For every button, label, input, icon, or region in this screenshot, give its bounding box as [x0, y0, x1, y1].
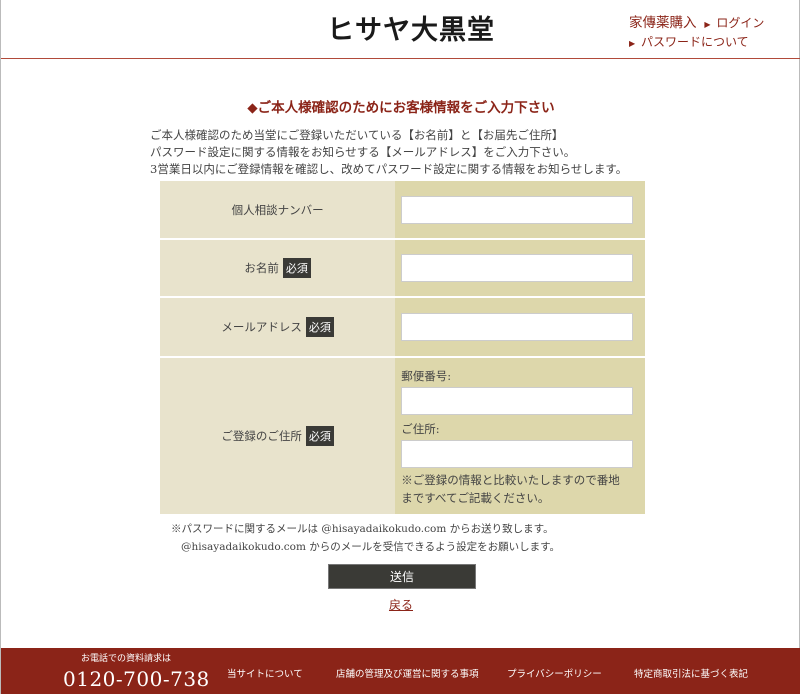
- intro-text: ご本人様確認のため当堂にご登録いただいている【お名前】と【お届先ご住所】 パスワ…: [150, 127, 627, 178]
- nav-login-link[interactable]: ログイン: [716, 16, 764, 30]
- form-row-address: ご登録のご住所 必須 郵便番号: ご住所: ※ご登録の情報と比較いたしますので番地…: [160, 357, 645, 516]
- site-footer: お電話での資料請求は 0120-700-738 当サイトについて 店舗の管理及び…: [1, 648, 800, 694]
- tel-caption: お電話での資料請求は: [81, 654, 172, 664]
- email-notes: ※パスワードに関するメールは @hisayadaikokudo.com からお送…: [171, 520, 560, 556]
- triangle-right-icon: ▶: [629, 39, 636, 48]
- intro-line: 3営業日以内にご登録情報を確認し、改めてパスワード設定に関する情報をお知らせしま…: [150, 162, 628, 176]
- required-badge: 必須: [305, 426, 334, 446]
- consult-number-label: 個人相談ナンバー: [160, 181, 396, 240]
- footer-link-management[interactable]: 店舗の管理及び運営に関する事項: [336, 666, 479, 680]
- intro-line: ご本人様確認のため当堂にご登録いただいている【お名前】と【お届先ご住所】: [150, 128, 564, 142]
- header-nav: 家傳薬購入 ▶ ログイン: [629, 11, 764, 31]
- form-row-email: メールアドレス 必須: [160, 297, 645, 358]
- footer-link-about[interactable]: 当サイトについて: [227, 666, 303, 680]
- customer-info-form: 個人相談ナンバー お名前 必須 メールアドレス 必須 ご登録のご住所 必須 郵便番号:…: [160, 181, 645, 516]
- address-label: ご登録のご住所 必須: [160, 357, 396, 516]
- consult-number-input[interactable]: [401, 195, 634, 224]
- postal-code-label: 郵便番号:: [401, 369, 452, 383]
- form-row-name: お名前 必須: [160, 239, 645, 298]
- footer-link-tokushoho[interactable]: 特定商取引法に基づく表記: [634, 666, 748, 680]
- page-title: ◆ご本人様確認のためにお客様情報をご入力下さい: [247, 100, 555, 116]
- header-nav-row2: ▶ パスワードについて: [629, 33, 749, 50]
- name-label: お名前 必須: [160, 239, 396, 298]
- submit-button[interactable]: 送信: [328, 564, 476, 589]
- form-row-consult-number: 個人相談ナンバー: [160, 181, 645, 240]
- address-note: ※ご登録の情報と比較いたしますので番地 まですべてご記載ください。: [401, 473, 620, 505]
- postal-code-input[interactable]: [401, 387, 634, 415]
- tel-number[interactable]: 0120-700-738: [63, 667, 210, 691]
- triangle-right-icon: ▶: [704, 20, 711, 29]
- address-sub-label: ご住所:: [401, 422, 440, 436]
- address-input[interactable]: [401, 440, 634, 468]
- email-note-line: ※パスワードに関するメールは @hisayadaikokudo.com からお送…: [171, 523, 554, 535]
- nav-buy-link[interactable]: 家傳薬購入: [629, 15, 697, 31]
- required-badge: 必須: [282, 258, 311, 278]
- email-input[interactable]: [401, 313, 634, 341]
- footer-link-privacy[interactable]: プライバシーポリシー: [507, 666, 602, 680]
- required-badge: 必須: [305, 317, 334, 337]
- site-header: ヒサヤ大黒堂 家傳薬購入 ▶ ログイン ▶ パスワードについて: [1, 0, 800, 59]
- intro-line: パスワード設定に関する情報をお知らせする【メールアドレス】をご入力下さい。: [150, 145, 576, 159]
- email-label: メールアドレス 必須: [160, 297, 396, 358]
- name-input[interactable]: [401, 254, 634, 282]
- nav-password-link[interactable]: パスワードについて: [641, 35, 749, 49]
- email-note-line: @hisayadaikokudo.com からのメールを受信できるよう設定をお願…: [181, 541, 561, 553]
- back-link[interactable]: 戻る: [1, 596, 800, 613]
- site-logo[interactable]: ヒサヤ大黒堂: [327, 8, 495, 47]
